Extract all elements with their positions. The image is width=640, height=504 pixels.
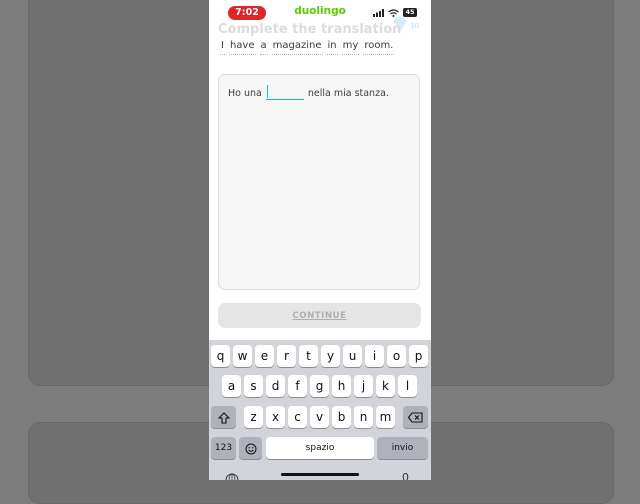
answer-box[interactable]: Ho una nella mia stanza.: [218, 74, 420, 290]
keyboard: q w e r t y u i o p a s d f g h j k l z …: [209, 340, 431, 480]
key[interactable]: u: [343, 345, 362, 367]
key[interactable]: n: [354, 406, 373, 428]
answer-blank-input[interactable]: [265, 85, 304, 100]
key[interactable]: b: [332, 406, 351, 428]
key[interactable]: j: [354, 375, 373, 397]
key[interactable]: v: [310, 406, 329, 428]
source-word[interactable]: room.: [363, 40, 395, 55]
source-word[interactable]: have: [228, 40, 256, 55]
key[interactable]: l: [398, 375, 417, 397]
key[interactable]: r: [277, 345, 296, 367]
key[interactable]: m: [376, 406, 395, 428]
shift-icon: [217, 411, 230, 424]
continue-button[interactable]: CONTINUE: [218, 303, 421, 328]
key[interactable]: q: [211, 345, 230, 367]
source-word[interactable]: in: [326, 40, 338, 55]
source-word[interactable]: a: [259, 40, 268, 55]
key[interactable]: o: [387, 345, 406, 367]
key[interactable]: e: [255, 345, 274, 367]
delete-key[interactable]: [403, 406, 428, 428]
text-caret: [266, 85, 269, 98]
key[interactable]: z: [244, 406, 263, 428]
key[interactable]: s: [244, 375, 263, 397]
key[interactable]: f: [288, 375, 307, 397]
source-word[interactable]: I: [220, 40, 225, 55]
space-key[interactable]: spazio: [266, 437, 374, 459]
exercise-heading: Complete the translation: [218, 22, 402, 37]
answer-prefix: Ho una: [228, 88, 262, 99]
key[interactable]: x: [266, 406, 285, 428]
gem-count: 30: [410, 22, 419, 30]
key[interactable]: w: [233, 345, 252, 367]
return-key[interactable]: invio: [377, 437, 428, 459]
signal-icon: [373, 8, 384, 17]
key[interactable]: y: [321, 345, 340, 367]
source-word[interactable]: my: [341, 40, 360, 55]
key[interactable]: c: [288, 406, 307, 428]
key[interactable]: t: [299, 345, 318, 367]
answer-suffix: nella mia stanza.: [307, 88, 389, 99]
phone-screen: 7:02 duolingo 45 30 Complete the transla…: [209, 0, 431, 480]
key[interactable]: a: [222, 375, 241, 397]
numbers-key[interactable]: 123: [211, 437, 236, 459]
key[interactable]: h: [332, 375, 351, 397]
shift-key[interactable]: [211, 406, 236, 428]
backspace-icon: [407, 412, 423, 423]
key[interactable]: g: [310, 375, 329, 397]
key[interactable]: k: [376, 375, 395, 397]
answer-line: Ho una nella mia stanza.: [228, 85, 389, 100]
key[interactable]: i: [365, 345, 384, 367]
emoji-key[interactable]: [239, 437, 262, 459]
globe-icon[interactable]: [225, 471, 239, 480]
source-word[interactable]: magazine: [271, 40, 323, 55]
key[interactable]: p: [409, 345, 428, 367]
dictation-glyph[interactable]: 0: [402, 471, 409, 480]
key[interactable]: d: [266, 375, 285, 397]
source-sentence: I have a magazine in my room.: [220, 40, 395, 55]
home-indicator: [281, 473, 359, 476]
emoji-icon: [245, 443, 256, 454]
